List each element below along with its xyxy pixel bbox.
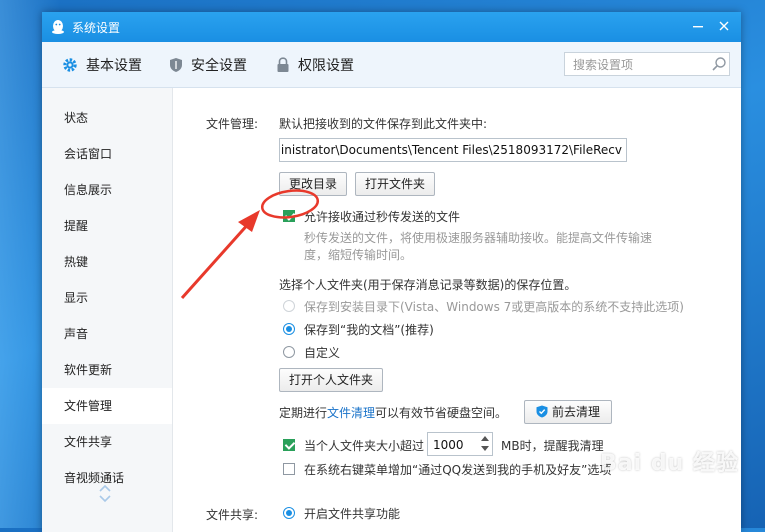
title-bar: 系统设置	[42, 12, 741, 42]
window-title: 系统设置	[72, 21, 121, 35]
tab-permission-settings[interactable]: 权限设置	[276, 42, 354, 87]
flash-transfer-hint-line1: 秒传发送的文件，将使用极速服务器辅助接收。能提高文件传输速	[304, 231, 653, 245]
save-path-field[interactable]: C:\Users\Administrator\Documents\Tencent…	[279, 138, 627, 162]
baidu-watermark-url: jingyan.baidu.com	[590, 474, 692, 487]
tab-security-settings[interactable]: 安全设置	[169, 42, 247, 87]
search-box	[564, 52, 730, 76]
custom-location-radio-label: 自定义	[304, 346, 341, 360]
enable-file-sharing-label: 开启文件共享功能	[304, 507, 401, 521]
allow-flash-transfer-checkbox[interactable]	[283, 210, 295, 222]
search-icon[interactable]	[711, 56, 727, 72]
minimize-button[interactable]	[688, 17, 708, 37]
sidebar-item-sound[interactable]: 声音	[42, 316, 172, 352]
qq-penguin-icon	[52, 20, 64, 34]
minimize-icon	[693, 26, 703, 28]
sidebar-item-display[interactable]: 显示	[42, 280, 172, 316]
sidebar-item-file-sharing[interactable]: 文件共享	[42, 424, 172, 460]
chevron-down-icon	[99, 495, 111, 503]
file-cleanup-link[interactable]: 文件清理	[327, 406, 375, 420]
save-folder-description: 默认把接收到的文件保存到此文件夹中:	[279, 117, 488, 131]
tab-label: 安全设置	[191, 57, 247, 74]
spin-up-icon	[481, 436, 489, 441]
sidebar-item-software-update[interactable]: 软件更新	[42, 352, 172, 388]
tab-label: 基本设置	[86, 57, 142, 74]
allow-flash-transfer-label: 允许接收通过秒传发送的文件	[304, 210, 461, 224]
size-limit-spin-arrows[interactable]	[478, 434, 492, 454]
cleanup-suffix: 可以有效节省硬盘空间。	[375, 406, 508, 420]
gear-icon	[63, 57, 77, 72]
context-menu-checkbox[interactable]	[283, 463, 295, 475]
baidu-watermark: Bai du 经验	[600, 451, 739, 476]
file-management-section-label: 文件管理:	[206, 117, 259, 131]
sidebar-item-reminder[interactable]: 提醒	[42, 208, 172, 244]
shield-icon	[170, 57, 182, 72]
shield-check-icon	[536, 405, 548, 418]
size-warning-checkbox[interactable]	[283, 439, 295, 451]
my-documents-radio[interactable]	[283, 323, 295, 335]
settings-tab-bar: 基本设置 安全设置 权限设置	[42, 42, 741, 88]
close-button[interactable]	[714, 17, 734, 37]
search-input[interactable]	[571, 55, 705, 75]
lock-icon	[277, 56, 289, 72]
size-warning-suffix: MB时，提醒我清理	[501, 439, 604, 453]
go-cleanup-label: 前去清理	[551, 405, 600, 419]
custom-location-radio[interactable]	[283, 346, 295, 358]
flash-transfer-hint-line2: 度，缩短传输时间。	[304, 248, 413, 262]
save-path-value: C:\Users\Administrator\Documents\Tencent…	[280, 143, 622, 157]
cleanup-description: 定期进行文件清理可以有效节省硬盘空间。	[279, 404, 507, 421]
sidebar-item-hotkeys[interactable]: 热键	[42, 244, 172, 280]
install-dir-radio-label: 保存到安装目录下(Vista、Windows 7或更高版本的系统不支持此选项)	[304, 300, 684, 314]
sidebar-scroll-arrows[interactable]	[99, 484, 111, 506]
file-sharing-section-label: 文件共享:	[206, 508, 259, 522]
size-warning-prefix: 当个人文件夹大小超过	[304, 439, 425, 453]
go-cleanup-button[interactable]: 前去清理	[524, 400, 612, 424]
context-menu-label: 在系统右键菜单增加“通过QQ发送到我的手机及好友”选项	[304, 463, 612, 477]
sidebar-item-status[interactable]: 状态	[42, 100, 172, 136]
chevron-up-icon	[99, 484, 111, 492]
open-personal-folder-button[interactable]: 打开个人文件夹	[279, 368, 383, 392]
close-icon	[719, 21, 729, 31]
enable-file-sharing-radio[interactable]	[283, 507, 295, 519]
tab-label: 权限设置	[298, 57, 354, 74]
settings-sidebar: 状态 会话窗口 信息展示 提醒 热键 显示 声音 软件更新 文件管理 文件共享 …	[42, 88, 173, 532]
open-folder-button[interactable]: 打开文件夹	[355, 172, 435, 196]
change-directory-button[interactable]: 更改目录	[279, 172, 347, 196]
my-documents-radio-label: 保存到“我的文档”(推荐)	[304, 323, 434, 337]
install-dir-radio[interactable]	[283, 300, 295, 312]
spin-down-icon	[481, 446, 489, 451]
size-limit-input[interactable]	[431, 436, 477, 454]
sidebar-item-info-display[interactable]: 信息展示	[42, 172, 172, 208]
cleanup-prefix: 定期进行	[279, 406, 328, 420]
sidebar-item-file-management[interactable]: 文件管理	[42, 388, 172, 424]
sidebar-item-chat-window[interactable]: 会话窗口	[42, 136, 172, 172]
tab-basic-settings[interactable]: 基本设置	[62, 42, 142, 87]
personal-folder-description: 选择个人文件夹(用于保存消息记录等数据)的保存位置。	[279, 278, 577, 292]
size-limit-stepper	[427, 432, 493, 456]
